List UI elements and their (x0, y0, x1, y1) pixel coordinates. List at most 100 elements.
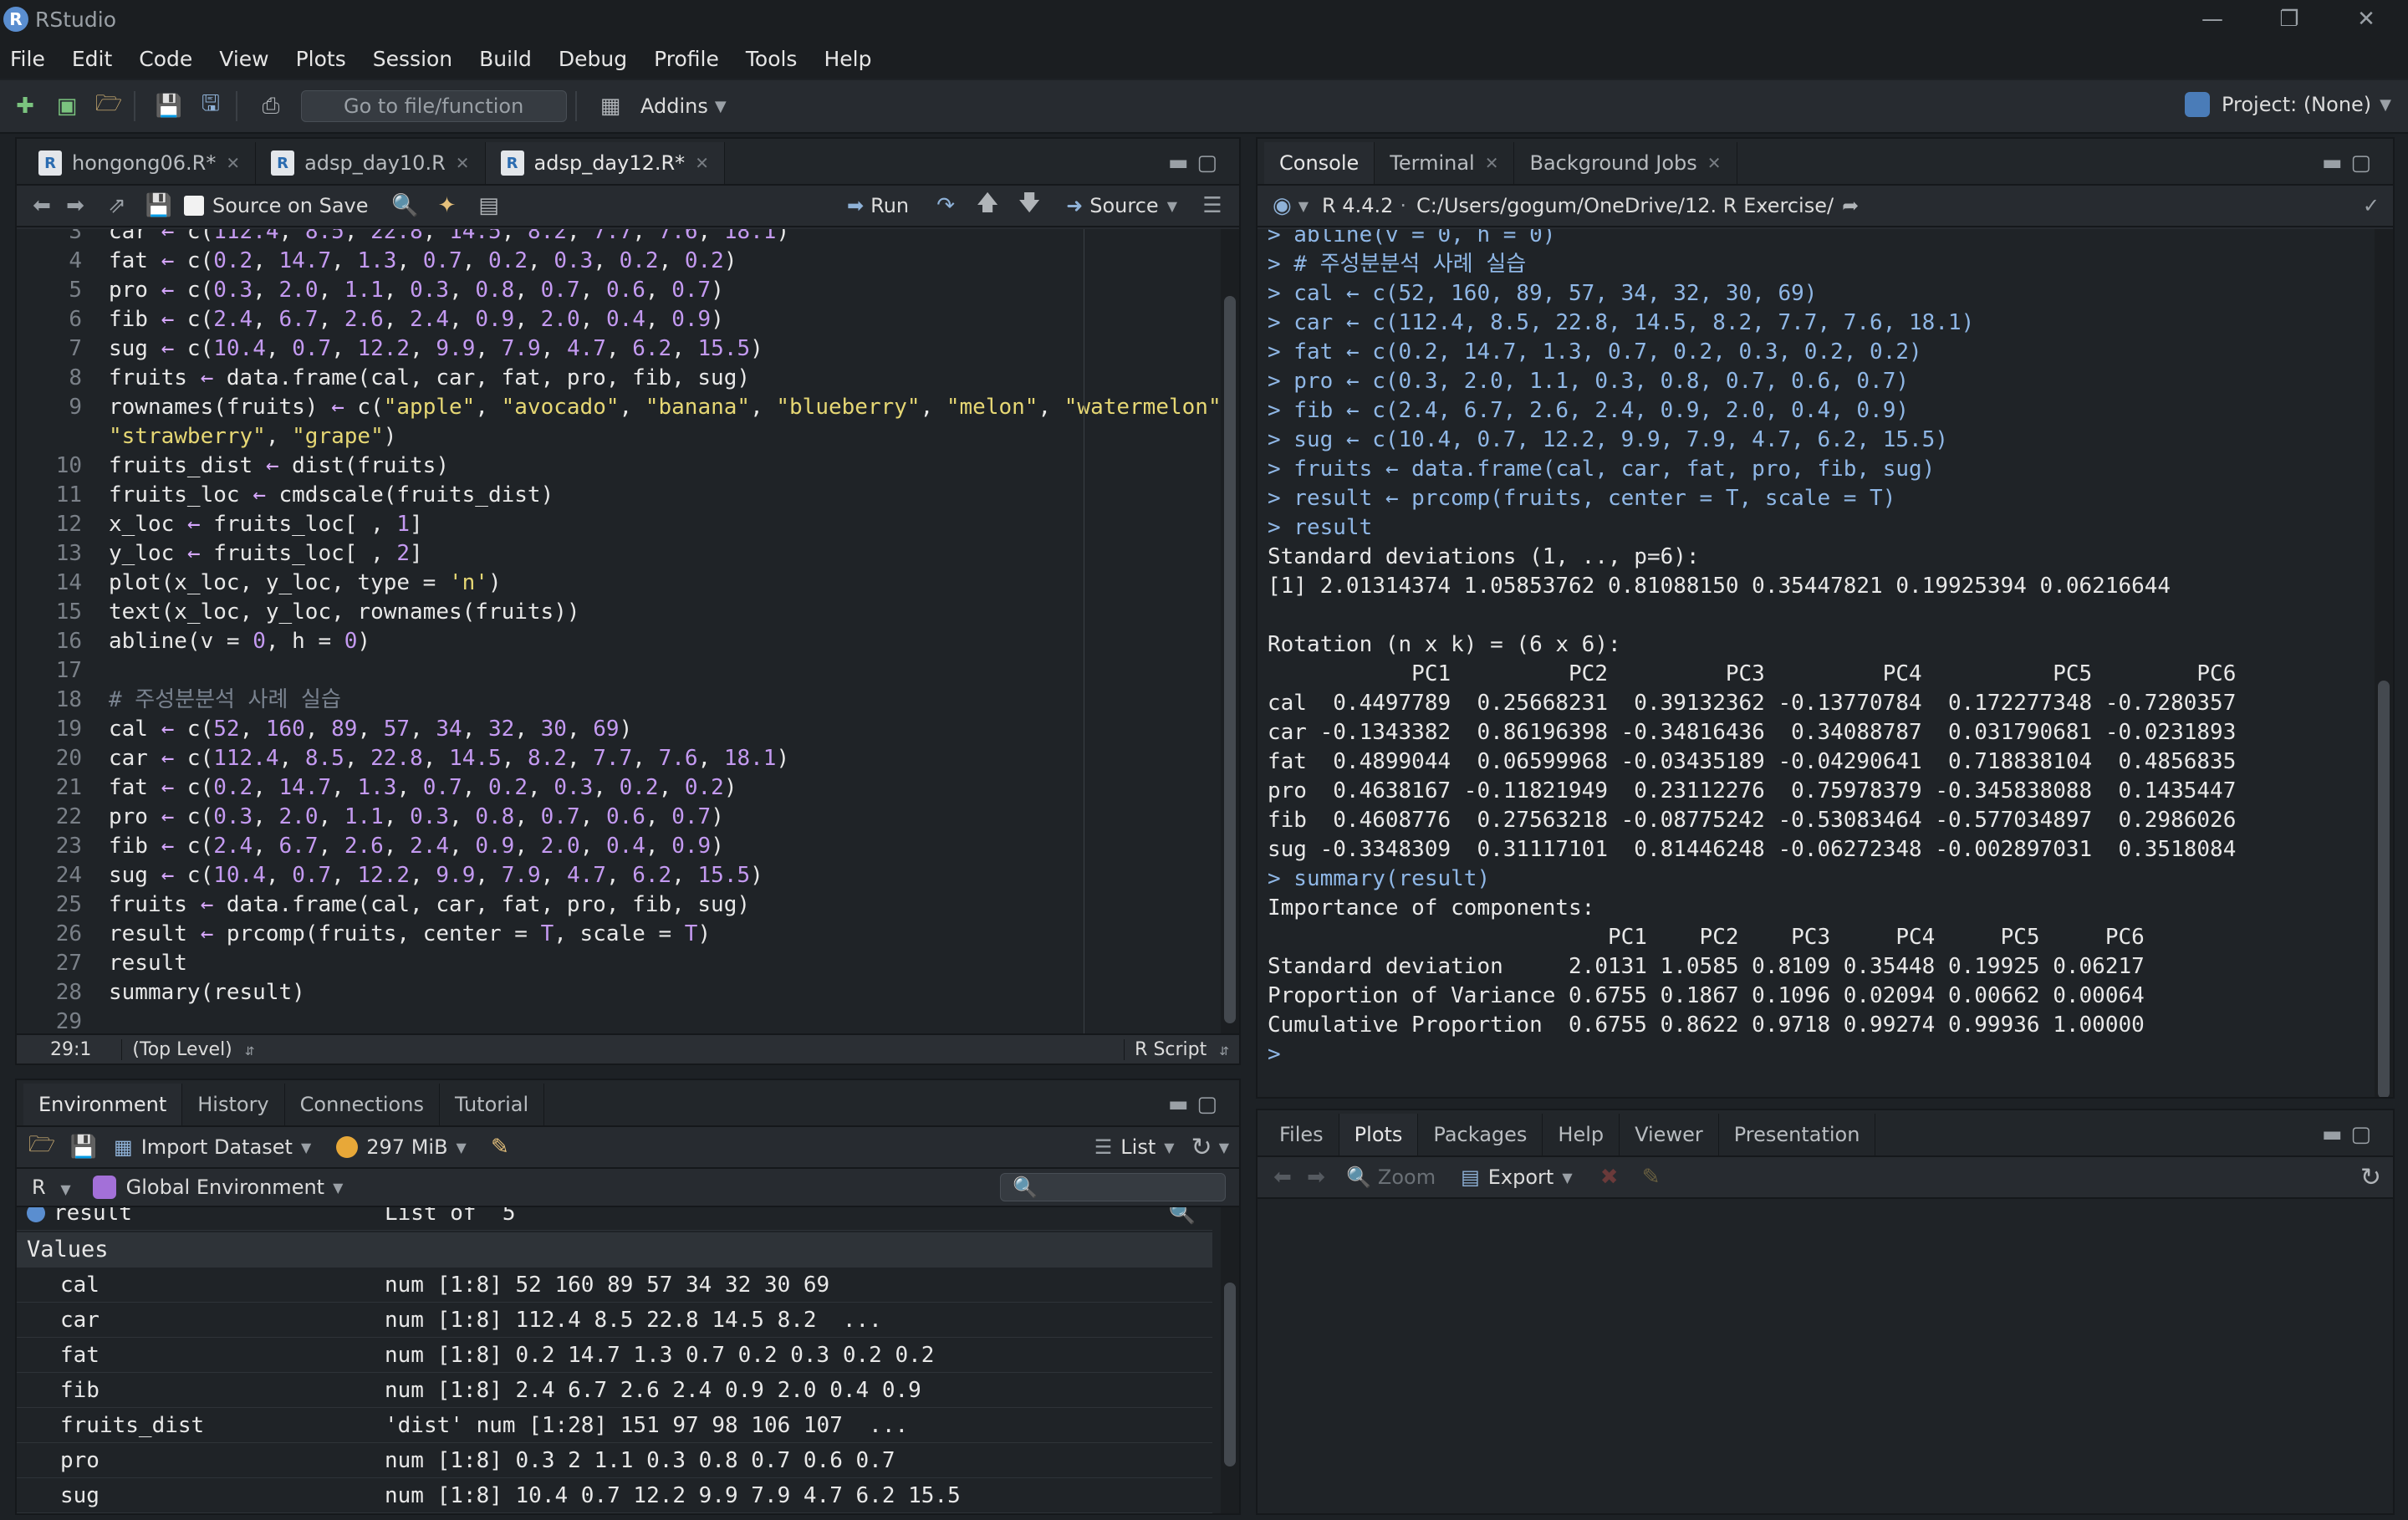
code-line[interactable]: 23 fib ← c(2.4, 6.7, 2.6, 2.4, 0.9, 2.0, … (17, 832, 1079, 861)
save-icon[interactable]: 💾 (142, 189, 176, 222)
menu-help[interactable]: Help (824, 47, 871, 71)
new-project-icon[interactable]: ▣ (50, 89, 84, 123)
code-tools-wand-icon[interactable]: ✦ (431, 189, 464, 222)
tab-presentation[interactable]: Presentation (1719, 1114, 1876, 1155)
close-icon[interactable]: ✕ (1485, 153, 1499, 173)
import-dataset-button[interactable]: ▦ Import Dataset ▼ (114, 1135, 311, 1159)
close-icon[interactable]: ✕ (1707, 153, 1722, 173)
menu-plots[interactable]: Plots (296, 47, 346, 71)
tab-environment[interactable]: Environment (23, 1084, 183, 1125)
code-line[interactable]: 14 plot(x_loc, y_loc, type = 'n') (17, 569, 1079, 598)
tab-help[interactable]: Help (1543, 1114, 1620, 1155)
memory-usage-button[interactable]: 297 MiB ▼ (336, 1135, 467, 1159)
filetype-selector[interactable]: R Script ⇵ (1124, 1038, 1229, 1060)
menu-tools[interactable]: Tools (746, 47, 798, 71)
tab-viewer[interactable]: Viewer (1620, 1114, 1719, 1155)
code-line[interactable]: 6 fib ← c(2.4, 6.7, 2.6, 2.4, 0.9, 2.0, 0… (17, 305, 1079, 334)
code-line[interactable]: 25 fruits ← data.frame(cal, car, fat, pro… (17, 890, 1079, 920)
menu-session[interactable]: Session (373, 47, 452, 71)
clear-plots-broom-icon[interactable]: ✎ (1635, 1160, 1668, 1194)
refresh-icon[interactable]: ↻ (2360, 1163, 2381, 1192)
menu-view[interactable]: View (219, 47, 268, 71)
addins-menu[interactable]: Addins (640, 94, 708, 118)
expand-icon[interactable] (27, 1207, 45, 1222)
pane-window-controls[interactable]: ▬▢ (2322, 1122, 2380, 1147)
console-output[interactable]: > abline(v = 0, h = 0) > # 주성분분석 사례 실습 > c… (1258, 229, 2393, 1097)
show-in-window-icon[interactable]: ⇗ (100, 189, 134, 222)
save-workspace-icon[interactable]: 💾 (67, 1130, 100, 1164)
pane-window-controls[interactable]: ▬▢ (1168, 150, 1226, 176)
code-line[interactable]: 29 (17, 1007, 1079, 1033)
code-line[interactable]: 8 fruits ← data.frame(cal, car, fat, pro,… (17, 364, 1079, 393)
search-icon[interactable]: 🔍 (1169, 1207, 1196, 1231)
tab-history[interactable]: History (182, 1084, 285, 1125)
list-item[interactable]: result List of 5 🔍 (17, 1207, 1212, 1231)
save-icon[interactable]: 💾 (152, 89, 186, 123)
close-icon[interactable]: ✕ (456, 153, 470, 173)
menu-build[interactable]: Build (479, 47, 532, 71)
editor-scrollbar[interactable] (1221, 229, 1239, 1033)
list-item[interactable]: fib num [1:8] 2.4 6.7 2.6 2.4 0.9 2.0 0.4… (17, 1373, 1212, 1408)
clear-broom-icon[interactable]: ✎ (483, 1130, 517, 1164)
tab-files[interactable]: Files (1264, 1114, 1339, 1155)
tab-adsp-day10[interactable]: R adsp_day10.R ✕ (256, 142, 486, 184)
tab-terminal[interactable]: Terminal ✕ (1375, 142, 1515, 184)
chevron-down-icon[interactable]: ▼ (1298, 198, 1309, 214)
code-line[interactable]: 21 fat ← c(0.2, 14.7, 1.3, 0.7, 0.2, 0.3,… (17, 773, 1079, 803)
outline-icon[interactable]: ☰ (1196, 189, 1229, 222)
tab-console[interactable]: Console (1264, 142, 1375, 184)
code-line[interactable]: 12 x_loc ← fruits_loc[ , 1] (17, 510, 1079, 539)
back-arrow-icon[interactable]: ⬅ (25, 189, 59, 222)
menu-file[interactable]: File (10, 47, 45, 71)
code-line[interactable]: 11 fruits_loc ← cmdscale(fruits_dist) (17, 481, 1079, 510)
previous-plot-icon[interactable]: ⬅ (1266, 1160, 1299, 1194)
scroll-thumb[interactable] (1224, 296, 1236, 1023)
code-line[interactable]: 13 y_loc ← fruits_loc[ , 2] (17, 539, 1079, 569)
tab-adsp-day12[interactable]: R adsp_day12.R* ✕ (485, 142, 725, 184)
code-line[interactable]: 9 rownames(fruits) ← c("apple", "avocado"… (17, 393, 1234, 422)
view-mode-selector[interactable]: ☰ List ▼ (1094, 1135, 1175, 1159)
restore-button[interactable]: ❐ (2251, 0, 2328, 38)
pane-window-controls[interactable]: ▬▢ (1168, 1092, 1226, 1117)
r-language-icon[interactable]: ◉ (1273, 193, 1292, 218)
console-scrollbar[interactable] (2375, 229, 2393, 1097)
code-line[interactable]: 15 text(x_loc, y_loc, rownames(fruits)) (17, 598, 1079, 627)
list-item[interactable]: fruits_dist 'dist' num [1:28] 151 97 98 1… (17, 1408, 1212, 1443)
grid-layout-icon[interactable]: ▦ (594, 89, 627, 123)
project-menu[interactable]: Project: (None) ▼ (2184, 92, 2391, 117)
goto-file-input[interactable]: Go to file/function (301, 90, 567, 122)
clear-console-broom-icon[interactable]: ✓ (2363, 194, 2380, 217)
refresh-icon[interactable]: ↻ (1191, 1133, 1212, 1162)
code-line[interactable]: 10 fruits_dist ← dist(fruits) (17, 451, 1079, 481)
plot-viewer[interactable] (1258, 1199, 2393, 1513)
tab-tutorial[interactable]: Tutorial (440, 1084, 545, 1125)
open-file-icon[interactable]: 🗁 (92, 89, 125, 123)
close-window-button[interactable]: ✕ (2328, 0, 2405, 38)
rerun-icon[interactable]: ↷ (929, 189, 962, 222)
search-icon[interactable]: 🔍 (389, 189, 422, 222)
code-line[interactable]: "strawberry", "grape") (17, 422, 1079, 451)
list-item[interactable]: car num [1:8] 112.4 8.5 22.8 14.5 8.2 ... (17, 1303, 1212, 1338)
close-icon[interactable]: ✕ (226, 153, 240, 173)
tab-packages[interactable]: Packages (1418, 1114, 1543, 1155)
tab-connections[interactable]: Connections (285, 1084, 440, 1125)
code-line[interactable]: 24 sug ← c(10.4, 0.7, 12.2, 9.9, 7.9, 4.7… (17, 861, 1079, 890)
code-line[interactable]: 18 # 주성분분석 사례 실습 (17, 686, 1079, 715)
down-arrow-icon[interactable]: 🡇 (1013, 189, 1046, 222)
code-line[interactable]: 5 pro ← c(0.3, 2.0, 1.1, 0.3, 0.8, 0.7, 0… (17, 276, 1079, 305)
code-line[interactable]: 19 cal ← c(52, 160, 89, 57, 34, 32, 30, 6… (17, 715, 1079, 744)
code-line[interactable]: 17 (17, 656, 1079, 686)
code-line[interactable]: 20 car ← c(112.4, 8.5, 22.8, 14.5, 8.2, 7… (17, 744, 1079, 773)
new-file-icon[interactable]: ✚ (8, 89, 42, 123)
environment-scope-selector[interactable]: Global Environment ▼ (92, 1176, 343, 1199)
code-line[interactable]: 26 result ← prcomp(fruits, center = T, sc… (17, 920, 1079, 949)
load-workspace-icon[interactable]: 🗁 (25, 1130, 59, 1164)
code-line[interactable]: 28 summary(result) (17, 978, 1079, 1007)
compile-report-icon[interactable]: ▤ (472, 189, 506, 222)
save-all-icon[interactable]: 🖫 (194, 89, 227, 123)
source-on-save-checkbox[interactable]: Source on Save (184, 194, 369, 217)
forward-arrow-icon[interactable]: ➡ (59, 189, 92, 222)
scroll-thumb[interactable] (2378, 681, 2390, 1097)
code-line[interactable]: 4 fat ← c(0.2, 14.7, 1.3, 0.7, 0.2, 0.3, … (17, 247, 1079, 276)
environment-scrollbar[interactable] (1221, 1207, 1239, 1513)
